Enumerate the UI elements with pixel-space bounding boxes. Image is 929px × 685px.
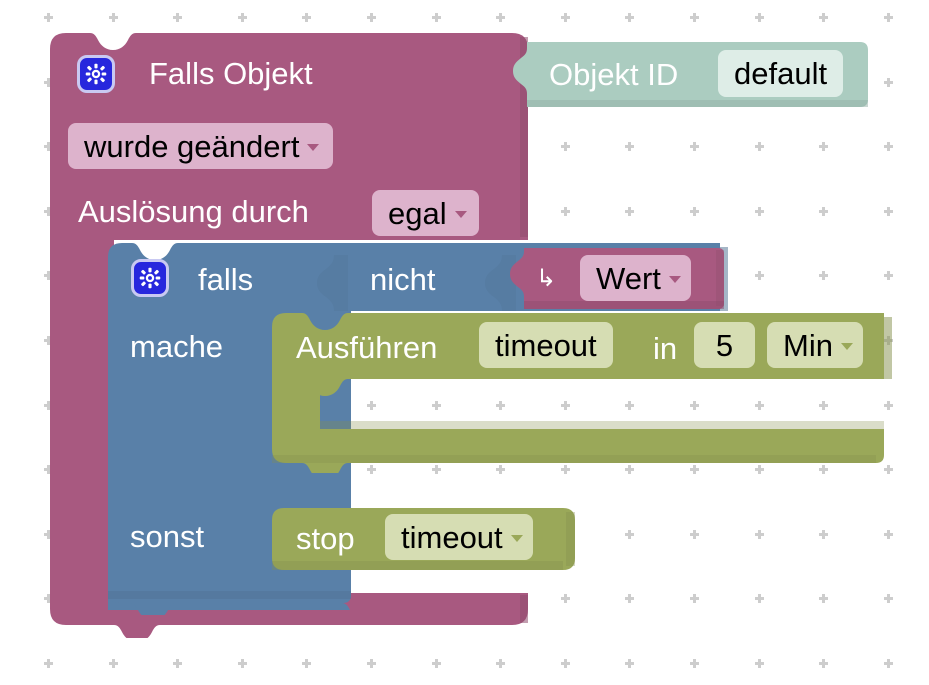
object-id-field[interactable]: default <box>718 50 844 97</box>
trigger-by-dropdown[interactable]: egal <box>372 190 479 236</box>
duration-value: 5 <box>715 327 734 363</box>
stop-timeout-block[interactable]: stop timeout <box>272 508 575 570</box>
chevron-down-icon <box>454 210 467 218</box>
if-label: falls <box>198 262 254 297</box>
chevron-down-icon <box>510 534 523 542</box>
object-id-label: Objekt ID <box>549 57 679 92</box>
gear-icon[interactable] <box>131 259 169 297</box>
else-label: sonst <box>130 519 205 554</box>
in-label: in <box>653 331 678 366</box>
value-dropdown-text: Wert <box>596 260 661 296</box>
chevron-down-icon <box>668 275 681 283</box>
object-id-value: default <box>734 56 828 91</box>
value-getter-block[interactable]: ↳ Wert <box>508 248 724 309</box>
execute-timeout-block[interactable]: Ausführen timeout in 5 Min <box>272 313 892 473</box>
timeout-name-value: timeout <box>495 327 597 363</box>
chevron-down-icon <box>840 342 853 350</box>
timeout-name-field[interactable]: timeout <box>479 322 613 368</box>
stop-label: stop <box>296 521 355 556</box>
trigger-title: Falls Objekt <box>149 56 313 91</box>
trigger-condition-value: wurde geändert <box>84 128 300 164</box>
chevron-down-icon <box>307 143 320 151</box>
not-block-label: nicht <box>370 262 436 297</box>
duration-field[interactable]: 5 <box>694 322 755 368</box>
value-dropdown[interactable]: Wert <box>580 255 691 301</box>
unit-dropdown[interactable]: Min <box>767 322 863 368</box>
do-label: mache <box>130 329 224 364</box>
unit-value: Min <box>783 327 833 363</box>
execute-label: Ausführen <box>296 330 438 365</box>
blockly-workspace[interactable]: Falls Objekt wurde geändert Auslösung du… <box>0 0 929 685</box>
gear-icon[interactable] <box>77 55 115 93</box>
stop-timeout-value: timeout <box>401 519 503 555</box>
return-arrow-icon: ↳ <box>536 265 557 292</box>
object-id-block[interactable]: Objekt ID default <box>505 42 868 107</box>
trigger-condition-dropdown[interactable]: wurde geändert <box>68 123 334 169</box>
stop-timeout-dropdown[interactable]: timeout <box>385 514 533 560</box>
trigger-by-value: egal <box>388 195 447 231</box>
trigger-by-label: Auslösung durch <box>78 194 309 229</box>
